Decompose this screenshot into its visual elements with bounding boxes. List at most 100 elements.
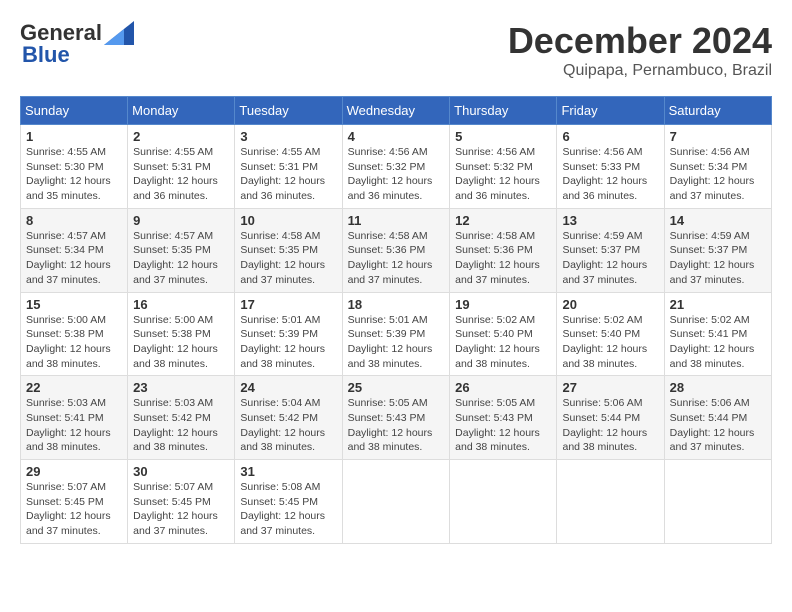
calendar-cell: 30 Sunrise: 5:07 AMSunset: 5:45 PMDaylig… <box>128 460 235 544</box>
day-info: Sunrise: 5:01 AMSunset: 5:39 PMDaylight:… <box>348 314 433 370</box>
calendar-cell: 25 Sunrise: 5:05 AMSunset: 5:43 PMDaylig… <box>342 376 450 460</box>
calendar-week-row: 8 Sunrise: 4:57 AMSunset: 5:34 PMDayligh… <box>21 208 772 292</box>
calendar-cell: 15 Sunrise: 5:00 AMSunset: 5:38 PMDaylig… <box>21 292 128 376</box>
day-number: 17 <box>240 297 336 312</box>
day-number: 5 <box>455 129 551 144</box>
calendar-cell: 16 Sunrise: 5:00 AMSunset: 5:38 PMDaylig… <box>128 292 235 376</box>
weekday-header: Tuesday <box>235 97 342 125</box>
day-info: Sunrise: 5:00 AMSunset: 5:38 PMDaylight:… <box>26 314 111 370</box>
location-text: Quipapa, Pernambuco, Brazil <box>508 62 772 80</box>
day-info: Sunrise: 5:07 AMSunset: 5:45 PMDaylight:… <box>26 481 111 537</box>
day-info: Sunrise: 5:08 AMSunset: 5:45 PMDaylight:… <box>240 481 325 537</box>
calendar-cell: 17 Sunrise: 5:01 AMSunset: 5:39 PMDaylig… <box>235 292 342 376</box>
day-number: 31 <box>240 464 336 479</box>
day-number: 30 <box>133 464 229 479</box>
day-number: 28 <box>670 380 766 395</box>
calendar-cell: 29 Sunrise: 5:07 AMSunset: 5:45 PMDaylig… <box>21 460 128 544</box>
day-info: Sunrise: 4:59 AMSunset: 5:37 PMDaylight:… <box>562 230 647 286</box>
day-number: 3 <box>240 129 336 144</box>
logo: General Blue <box>20 20 134 68</box>
calendar-week-row: 22 Sunrise: 5:03 AMSunset: 5:41 PMDaylig… <box>21 376 772 460</box>
day-number: 24 <box>240 380 336 395</box>
day-info: Sunrise: 5:03 AMSunset: 5:41 PMDaylight:… <box>26 397 111 453</box>
day-info: Sunrise: 4:55 AMSunset: 5:31 PMDaylight:… <box>133 146 218 202</box>
day-info: Sunrise: 5:05 AMSunset: 5:43 PMDaylight:… <box>348 397 433 453</box>
calendar-cell: 27 Sunrise: 5:06 AMSunset: 5:44 PMDaylig… <box>557 376 664 460</box>
calendar-cell: 19 Sunrise: 5:02 AMSunset: 5:40 PMDaylig… <box>450 292 557 376</box>
day-info: Sunrise: 5:02 AMSunset: 5:40 PMDaylight:… <box>455 314 540 370</box>
calendar-cell: 23 Sunrise: 5:03 AMSunset: 5:42 PMDaylig… <box>128 376 235 460</box>
day-number: 6 <box>562 129 658 144</box>
day-info: Sunrise: 4:55 AMSunset: 5:30 PMDaylight:… <box>26 146 111 202</box>
day-info: Sunrise: 4:58 AMSunset: 5:35 PMDaylight:… <box>240 230 325 286</box>
calendar-cell: 28 Sunrise: 5:06 AMSunset: 5:44 PMDaylig… <box>664 376 771 460</box>
day-info: Sunrise: 4:57 AMSunset: 5:35 PMDaylight:… <box>133 230 218 286</box>
day-number: 25 <box>348 380 445 395</box>
day-number: 27 <box>562 380 658 395</box>
day-number: 9 <box>133 213 229 228</box>
day-number: 15 <box>26 297 122 312</box>
weekday-header: Wednesday <box>342 97 450 125</box>
calendar-cell: 6 Sunrise: 4:56 AMSunset: 5:33 PMDayligh… <box>557 125 664 209</box>
day-info: Sunrise: 4:59 AMSunset: 5:37 PMDaylight:… <box>670 230 755 286</box>
day-number: 19 <box>455 297 551 312</box>
day-info: Sunrise: 4:58 AMSunset: 5:36 PMDaylight:… <box>455 230 540 286</box>
calendar-cell <box>342 460 450 544</box>
calendar-cell: 31 Sunrise: 5:08 AMSunset: 5:45 PMDaylig… <box>235 460 342 544</box>
calendar-cell: 7 Sunrise: 4:56 AMSunset: 5:34 PMDayligh… <box>664 125 771 209</box>
calendar-cell: 12 Sunrise: 4:58 AMSunset: 5:36 PMDaylig… <box>450 208 557 292</box>
weekday-header: Sunday <box>21 97 128 125</box>
weekday-header: Friday <box>557 97 664 125</box>
calendar-cell: 4 Sunrise: 4:56 AMSunset: 5:32 PMDayligh… <box>342 125 450 209</box>
day-info: Sunrise: 4:57 AMSunset: 5:34 PMDaylight:… <box>26 230 111 286</box>
calendar-cell: 22 Sunrise: 5:03 AMSunset: 5:41 PMDaylig… <box>21 376 128 460</box>
day-number: 4 <box>348 129 445 144</box>
calendar-cell: 26 Sunrise: 5:05 AMSunset: 5:43 PMDaylig… <box>450 376 557 460</box>
calendar-week-row: 15 Sunrise: 5:00 AMSunset: 5:38 PMDaylig… <box>21 292 772 376</box>
day-number: 21 <box>670 297 766 312</box>
day-info: Sunrise: 5:02 AMSunset: 5:41 PMDaylight:… <box>670 314 755 370</box>
calendar-header-row: SundayMondayTuesdayWednesdayThursdayFrid… <box>21 97 772 125</box>
month-title: December 2024 <box>508 20 772 62</box>
page-header: General Blue December 2024 Quipapa, Pern… <box>20 20 772 80</box>
calendar-table: SundayMondayTuesdayWednesdayThursdayFrid… <box>20 96 772 544</box>
calendar-cell <box>664 460 771 544</box>
calendar-cell: 3 Sunrise: 4:55 AMSunset: 5:31 PMDayligh… <box>235 125 342 209</box>
day-number: 26 <box>455 380 551 395</box>
day-number: 20 <box>562 297 658 312</box>
calendar-cell <box>557 460 664 544</box>
day-number: 14 <box>670 213 766 228</box>
calendar-cell: 24 Sunrise: 5:04 AMSunset: 5:42 PMDaylig… <box>235 376 342 460</box>
calendar-week-row: 29 Sunrise: 5:07 AMSunset: 5:45 PMDaylig… <box>21 460 772 544</box>
day-number: 8 <box>26 213 122 228</box>
calendar-week-row: 1 Sunrise: 4:55 AMSunset: 5:30 PMDayligh… <box>21 125 772 209</box>
day-number: 12 <box>455 213 551 228</box>
calendar-cell: 20 Sunrise: 5:02 AMSunset: 5:40 PMDaylig… <box>557 292 664 376</box>
calendar-cell: 21 Sunrise: 5:02 AMSunset: 5:41 PMDaylig… <box>664 292 771 376</box>
day-info: Sunrise: 5:01 AMSunset: 5:39 PMDaylight:… <box>240 314 325 370</box>
day-info: Sunrise: 4:55 AMSunset: 5:31 PMDaylight:… <box>240 146 325 202</box>
day-info: Sunrise: 4:56 AMSunset: 5:34 PMDaylight:… <box>670 146 755 202</box>
day-number: 29 <box>26 464 122 479</box>
weekday-header: Thursday <box>450 97 557 125</box>
day-info: Sunrise: 5:03 AMSunset: 5:42 PMDaylight:… <box>133 397 218 453</box>
day-number: 18 <box>348 297 445 312</box>
calendar-cell: 8 Sunrise: 4:57 AMSunset: 5:34 PMDayligh… <box>21 208 128 292</box>
day-number: 16 <box>133 297 229 312</box>
day-number: 22 <box>26 380 122 395</box>
title-block: December 2024 Quipapa, Pernambuco, Brazi… <box>508 20 772 80</box>
day-info: Sunrise: 4:56 AMSunset: 5:32 PMDaylight:… <box>455 146 540 202</box>
weekday-header: Monday <box>128 97 235 125</box>
calendar-cell: 5 Sunrise: 4:56 AMSunset: 5:32 PMDayligh… <box>450 125 557 209</box>
day-info: Sunrise: 5:07 AMSunset: 5:45 PMDaylight:… <box>133 481 218 537</box>
day-info: Sunrise: 5:02 AMSunset: 5:40 PMDaylight:… <box>562 314 647 370</box>
day-number: 7 <box>670 129 766 144</box>
calendar-cell: 14 Sunrise: 4:59 AMSunset: 5:37 PMDaylig… <box>664 208 771 292</box>
day-info: Sunrise: 5:05 AMSunset: 5:43 PMDaylight:… <box>455 397 540 453</box>
weekday-header: Saturday <box>664 97 771 125</box>
logo-icon <box>104 21 134 45</box>
calendar-cell: 18 Sunrise: 5:01 AMSunset: 5:39 PMDaylig… <box>342 292 450 376</box>
day-info: Sunrise: 4:58 AMSunset: 5:36 PMDaylight:… <box>348 230 433 286</box>
day-info: Sunrise: 4:56 AMSunset: 5:33 PMDaylight:… <box>562 146 647 202</box>
day-number: 1 <box>26 129 122 144</box>
